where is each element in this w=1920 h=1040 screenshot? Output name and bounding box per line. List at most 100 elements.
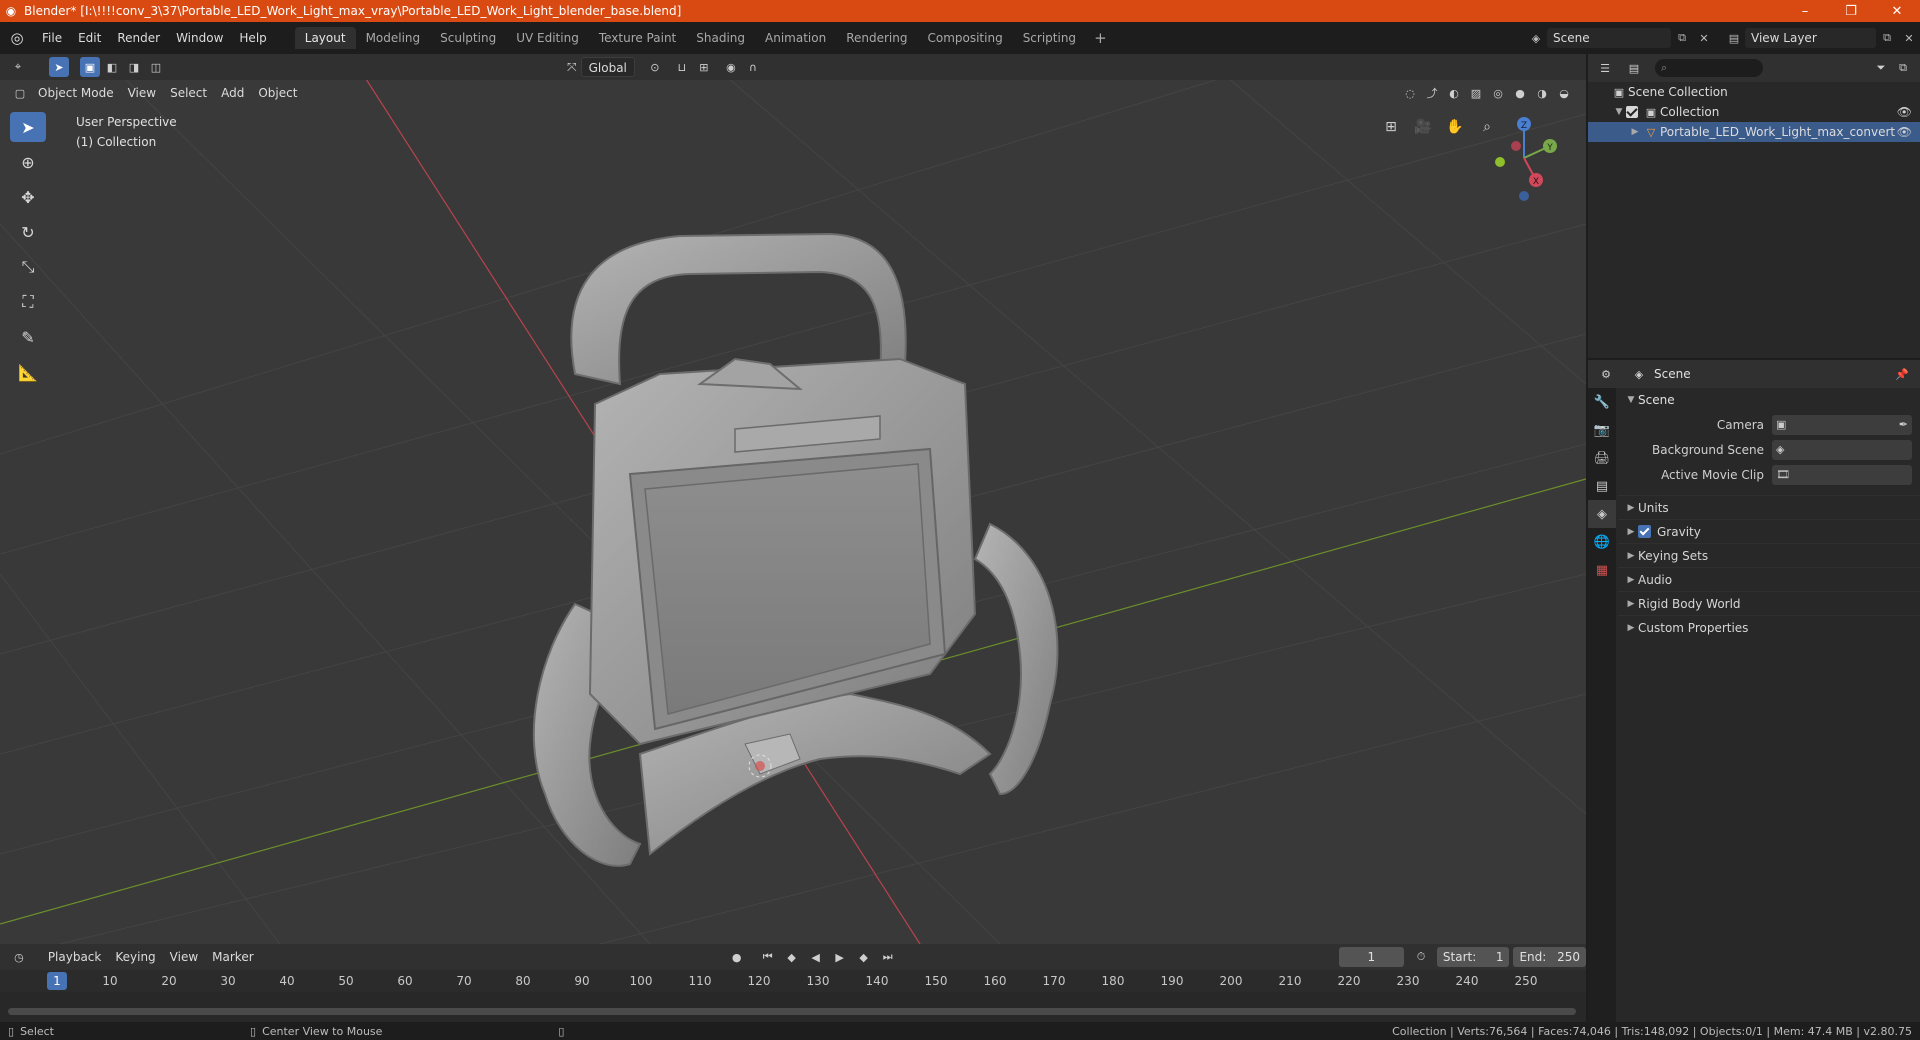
active-movie-clip-field[interactable]: 🎞 <box>1772 464 1912 485</box>
end-frame-field[interactable]: End: 250 <box>1513 947 1587 967</box>
timeline-scrollbar[interactable] <box>8 1008 1576 1015</box>
eyedropper-icon[interactable]: ✒ <box>1899 418 1908 431</box>
panel-collapse-arrow-icon[interactable]: ▶ <box>1624 551 1638 561</box>
timeline-menu-playback[interactable]: Playback <box>41 947 109 967</box>
minimize-button[interactable]: – <box>1782 0 1828 22</box>
mode-extend-icon[interactable]: ◧ <box>102 57 122 77</box>
delete-scene-icon[interactable]: ✕ <box>1693 28 1715 48</box>
playhead-frame-indicator[interactable]: 1 <box>47 972 67 990</box>
move-tool-icon[interactable]: ✥ <box>10 182 46 212</box>
filter-icon[interactable]: ⏷ <box>1871 58 1891 78</box>
rigid-body-world-panel-header[interactable]: ▶ Rigid Body World <box>1618 591 1920 615</box>
tab-uv-editing[interactable]: UV Editing <box>506 27 589 49</box>
display-mode-icon[interactable]: ▤ <box>1624 58 1644 78</box>
outliner-row-scene-collection[interactable]: ▣ Scene Collection <box>1588 82 1920 102</box>
rotate-tool-icon[interactable]: ↻ <box>10 217 46 247</box>
menu-help[interactable]: Help <box>231 31 274 45</box>
collection-enable-checkbox[interactable] <box>1626 106 1638 118</box>
mode-subtract-icon[interactable]: ◨ <box>124 57 144 77</box>
outliner-editor-type-icon[interactable]: ☰ <box>1595 58 1615 78</box>
panel-collapse-arrow-icon[interactable]: ▶ <box>1624 503 1638 513</box>
timeline-menu-keying[interactable]: Keying <box>108 947 162 967</box>
proportional-edit-icon[interactable]: ◉ <box>721 57 741 77</box>
panel-expand-arrow-icon[interactable]: ▼ <box>1624 395 1638 405</box>
frame-ruler[interactable]: 1 10 20 30 40 50 60 70 80 90 100 110 120… <box>0 970 1586 992</box>
scene-icon[interactable]: ◈ <box>1525 28 1547 48</box>
outliner-search-input[interactable]: ⌕ <box>1655 59 1763 77</box>
camera-view-icon[interactable]: 🎥 <box>1410 114 1436 140</box>
maximize-button[interactable]: ❐ <box>1828 0 1874 22</box>
viewport-menu-add[interactable]: Add <box>214 83 251 103</box>
start-frame-field[interactable]: Start: 1 <box>1436 947 1510 967</box>
outliner-row-collection[interactable]: ▼ ▣ Collection 👁 <box>1588 102 1920 122</box>
view-layer-tab-icon[interactable]: ▤ <box>1588 472 1616 500</box>
new-scene-icon[interactable]: ⧉ <box>1671 28 1693 48</box>
tab-animation[interactable]: Animation <box>755 27 836 49</box>
visibility-eye-icon[interactable]: 👁 <box>1897 125 1912 139</box>
audio-panel-header[interactable]: ▶ Audio <box>1618 567 1920 591</box>
close-button[interactable]: ✕ <box>1874 0 1920 22</box>
proportional-falloff-icon[interactable]: ∩ <box>743 57 763 77</box>
record-icon[interactable]: ● <box>727 947 747 967</box>
timeline-menu-view[interactable]: View <box>163 947 205 967</box>
view-layer-icon[interactable]: ▤ <box>1723 28 1745 48</box>
menu-window[interactable]: Window <box>168 31 231 45</box>
preview-range-icon[interactable]: ⏱ <box>1412 947 1430 967</box>
tab-modeling[interactable]: Modeling <box>356 27 431 49</box>
expand-arrow-icon[interactable]: ▼ <box>1612 107 1626 117</box>
pivot-point-icon[interactable]: ⊙ <box>645 57 665 77</box>
measure-tool-icon[interactable]: 📐 <box>10 357 46 387</box>
panel-collapse-arrow-icon[interactable]: ▶ <box>1624 527 1638 537</box>
overlays-icon[interactable]: ◐ <box>1444 83 1464 103</box>
gravity-checkbox[interactable] <box>1638 525 1651 538</box>
delete-view-layer-icon[interactable]: ✕ <box>1898 28 1920 48</box>
select-box-tool-icon[interactable]: ➤ <box>49 57 69 77</box>
play-icon[interactable]: ▶ <box>830 947 850 967</box>
timeline-menu-marker[interactable]: Marker <box>205 947 260 967</box>
new-collection-icon[interactable]: ⧉ <box>1893 58 1913 78</box>
toggle-perspective-icon[interactable]: ⊞ <box>1378 114 1404 140</box>
scene-name-field[interactable]: Scene <box>1547 28 1671 48</box>
scale-tool-icon[interactable]: ⤡ <box>10 252 46 282</box>
object-mode-dropdown[interactable]: Object Mode <box>31 83 121 103</box>
timeline-editor-type-icon[interactable]: ◷ <box>10 947 28 967</box>
editor-type-icon[interactable]: ⌖ <box>8 57 28 77</box>
world-tab-icon[interactable]: 🌐 <box>1588 528 1616 556</box>
outliner-row-object[interactable]: ▶ ▽ Portable_LED_Work_Light_max_convert … <box>1588 122 1920 142</box>
blender-menu-icon[interactable]: ◎ <box>0 22 34 54</box>
jump-keyframe-back-icon[interactable]: ◆ <box>782 947 802 967</box>
snap-toggle-icon[interactable]: ⊔ <box>672 57 692 77</box>
pan-view-icon[interactable]: ✋ <box>1442 114 1468 140</box>
gizmos-icon[interactable]: ⤴ <box>1422 83 1442 103</box>
jump-end-icon[interactable]: ⏭ <box>878 947 898 967</box>
jump-start-icon[interactable]: ⏮ <box>758 947 778 967</box>
pin-icon[interactable]: 📌 <box>1892 364 1912 384</box>
scene-panel-header[interactable]: ▼ Scene <box>1618 388 1920 412</box>
mode-intersect-icon[interactable]: ◫ <box>146 57 166 77</box>
xray-icon[interactable]: ▨ <box>1466 83 1486 103</box>
solid-shading-icon[interactable]: ● <box>1510 83 1530 103</box>
panel-collapse-arrow-icon[interactable]: ▶ <box>1624 575 1638 585</box>
material-shading-icon[interactable]: ◑ <box>1532 83 1552 103</box>
tab-scripting[interactable]: Scripting <box>1013 27 1086 49</box>
custom-properties-panel-header[interactable]: ▶ Custom Properties <box>1618 615 1920 639</box>
expand-arrow-icon[interactable]: ▶ <box>1628 127 1642 137</box>
tool-tab-icon[interactable]: 🔧 <box>1588 388 1616 416</box>
menu-edit[interactable]: Edit <box>70 31 109 45</box>
tab-texture-paint[interactable]: Texture Paint <box>589 27 686 49</box>
visibility-eye-icon[interactable]: 👁 <box>1897 105 1912 119</box>
cursor-tool-icon[interactable]: ⊕ <box>10 147 46 177</box>
camera-field[interactable]: ▣ ✒ <box>1772 414 1912 435</box>
viewport-menu-view[interactable]: View <box>121 83 163 103</box>
menu-render[interactable]: Render <box>109 31 168 45</box>
tab-sculpting[interactable]: Sculpting <box>430 27 506 49</box>
texture-tab-icon[interactable]: ▦ <box>1588 556 1616 584</box>
viewport-menu-object[interactable]: Object <box>251 83 304 103</box>
background-scene-field[interactable]: ◈ <box>1772 439 1912 460</box>
annotate-tool-icon[interactable]: ✎ <box>10 322 46 352</box>
play-reverse-icon[interactable]: ◀ <box>806 947 826 967</box>
render-tab-icon[interactable]: 📷 <box>1588 416 1616 444</box>
new-view-layer-icon[interactable]: ⧉ <box>1876 28 1898 48</box>
panel-collapse-arrow-icon[interactable]: ▶ <box>1624 623 1638 633</box>
panel-collapse-arrow-icon[interactable]: ▶ <box>1624 599 1638 609</box>
